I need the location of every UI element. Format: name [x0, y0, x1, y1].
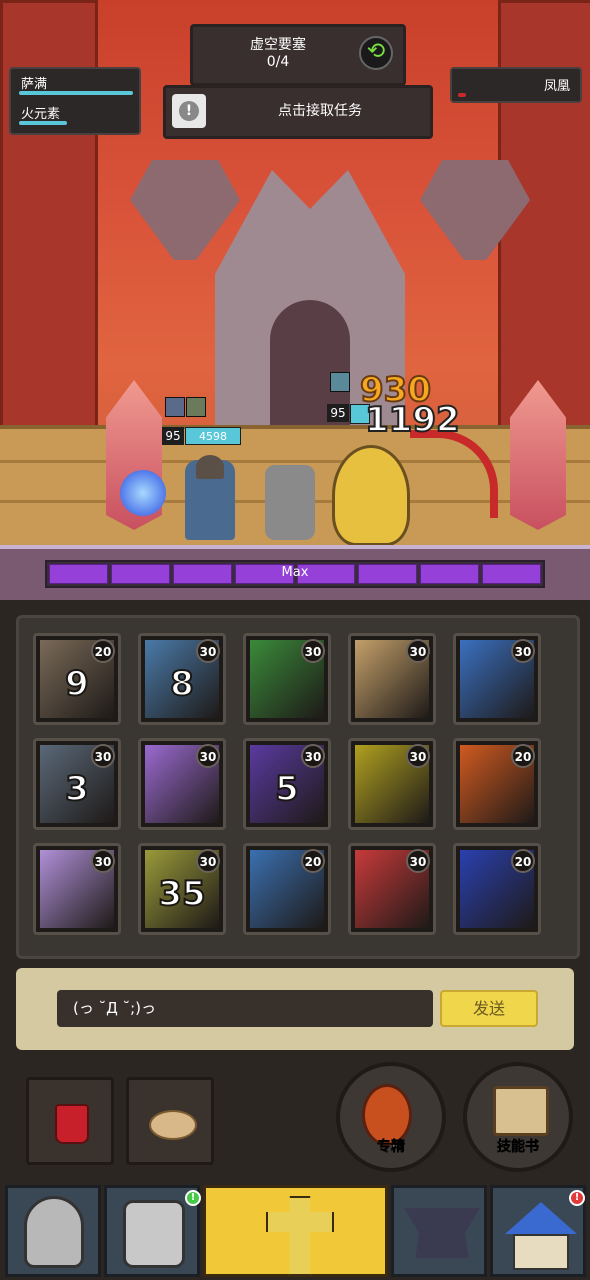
nav-helmet[interactable] [5, 1185, 101, 1277]
anvil-icon [404, 1208, 480, 1258]
skill-knight[interactable]: 30 3 [33, 738, 121, 830]
player-name: 萨满 [21, 77, 48, 92]
debuff-icon [330, 372, 350, 392]
dungeon-header[interactable]: 虚空要塞 0/4 ⟲ [190, 24, 406, 86]
hero-level: 95 [162, 427, 184, 445]
nav-anvil[interactable] [391, 1185, 487, 1277]
nav-shop[interactable]: ! [490, 1185, 586, 1277]
hero-helmet [196, 455, 224, 479]
skill-level-badge: 30 [91, 744, 115, 768]
ally-horned-warrior [265, 465, 315, 540]
skillbook-button[interactable]: 技能书 [463, 1062, 573, 1172]
left-claw [130, 160, 240, 260]
skill-cooldown: 8 [169, 663, 195, 705]
skill-demon-mask[interactable]: 30 [348, 843, 436, 935]
skill-green-slash[interactable]: 30 [243, 633, 331, 725]
skill-level-badge: 30 [196, 744, 220, 768]
skill-level-badge: 30 [511, 639, 535, 663]
skill-dragon[interactable]: 20 [243, 843, 331, 935]
left-wall [0, 0, 98, 436]
potion-slot[interactable] [26, 1077, 114, 1165]
shop-icon [513, 1234, 569, 1270]
skill-level-badge: 20 [511, 849, 535, 873]
enemy-status[interactable]: 凤凰 [450, 67, 582, 103]
task-banner[interactable]: ! 点击接取任务 [163, 85, 433, 139]
chat-input[interactable]: (っ ˘Д ˘;)っ [57, 990, 433, 1027]
skill-armor[interactable]: 30 35 [138, 843, 226, 935]
skill-frost[interactable]: 30 [453, 633, 541, 725]
skill-warrior[interactable]: 30 8 [138, 633, 226, 725]
skill-hammer[interactable]: 20 9 [33, 633, 121, 725]
skill-level-badge: 30 [301, 639, 325, 663]
enemy-name: 凤凰 [543, 79, 570, 94]
armor-icon [123, 1200, 185, 1268]
skill-level-badge: 30 [196, 849, 220, 873]
skill-level-badge: 20 [91, 639, 115, 663]
refresh-icon[interactable]: ⟲ [359, 36, 393, 70]
skill-frog[interactable]: 30 [138, 738, 226, 830]
player-status[interactable]: 萨满 火元素 [9, 67, 141, 135]
skill-level-badge: 30 [406, 849, 430, 873]
skill-cooldown: 35 [157, 873, 206, 915]
shop-roof-icon [505, 1202, 577, 1234]
altar-icon [266, 1196, 334, 1276]
skill-level-badge: 30 [196, 639, 220, 663]
nav-main[interactable] [203, 1185, 388, 1277]
skill-cooldown: 5 [274, 768, 300, 810]
task-label: 点击接取任务 [278, 103, 362, 119]
alert-icon: ! [179, 101, 199, 121]
skill-light[interactable]: 30 [348, 738, 436, 830]
enemy-boss-hp-bar [458, 93, 466, 97]
buff-icon [186, 397, 206, 417]
nav-armor[interactable]: ! [104, 1185, 201, 1277]
refine-label: 专精 [377, 1139, 406, 1156]
skill-earth[interactable]: 30 [348, 633, 436, 725]
dungeon-title: 虚空要塞 [250, 37, 306, 53]
damage-number: 1192 [364, 399, 461, 441]
bread-icon [149, 1110, 197, 1140]
food-slot[interactable] [126, 1077, 214, 1165]
blue-orb [120, 470, 166, 516]
skill-level-badge: 20 [511, 744, 535, 768]
refine-button[interactable]: 专精 [336, 1062, 446, 1172]
skill-spirit[interactable]: 30 [33, 843, 121, 935]
helmet-icon [24, 1196, 84, 1268]
player-mp-bar [19, 121, 67, 125]
skill-cooldown: 3 [64, 768, 90, 810]
enemy-golem [332, 445, 410, 546]
skill-lightning[interactable]: 20 [453, 843, 541, 935]
player-hp-bar [19, 91, 133, 95]
book-icon [493, 1086, 549, 1136]
skill-level-badge: 20 [301, 849, 325, 873]
potion-icon [55, 1104, 89, 1144]
enemy-level: 95 [327, 404, 349, 422]
max-label: Max [281, 565, 309, 580]
notification-badge: ! [569, 1190, 585, 1206]
dungeon-progress: 0/4 [266, 54, 290, 70]
hero-hp-text: 4598 [185, 427, 241, 445]
player-element: 火元素 [21, 107, 61, 122]
buff-icon [165, 397, 185, 417]
skill-shield[interactable]: 30 5 [243, 738, 331, 830]
skill-level-badge: 30 [91, 849, 115, 873]
send-button[interactable]: 发送 [440, 990, 538, 1027]
notification-badge: ! [185, 1190, 201, 1206]
skill-level-badge: 30 [406, 744, 430, 768]
skillbook-label: 技能书 [497, 1139, 540, 1156]
skill-level-badge: 30 [301, 744, 325, 768]
max-energy-bar: Max [45, 560, 545, 588]
skill-level-badge: 30 [406, 639, 430, 663]
skill-cooldown: 9 [64, 663, 90, 705]
skill-fire-swirl[interactable]: 20 [453, 738, 541, 830]
